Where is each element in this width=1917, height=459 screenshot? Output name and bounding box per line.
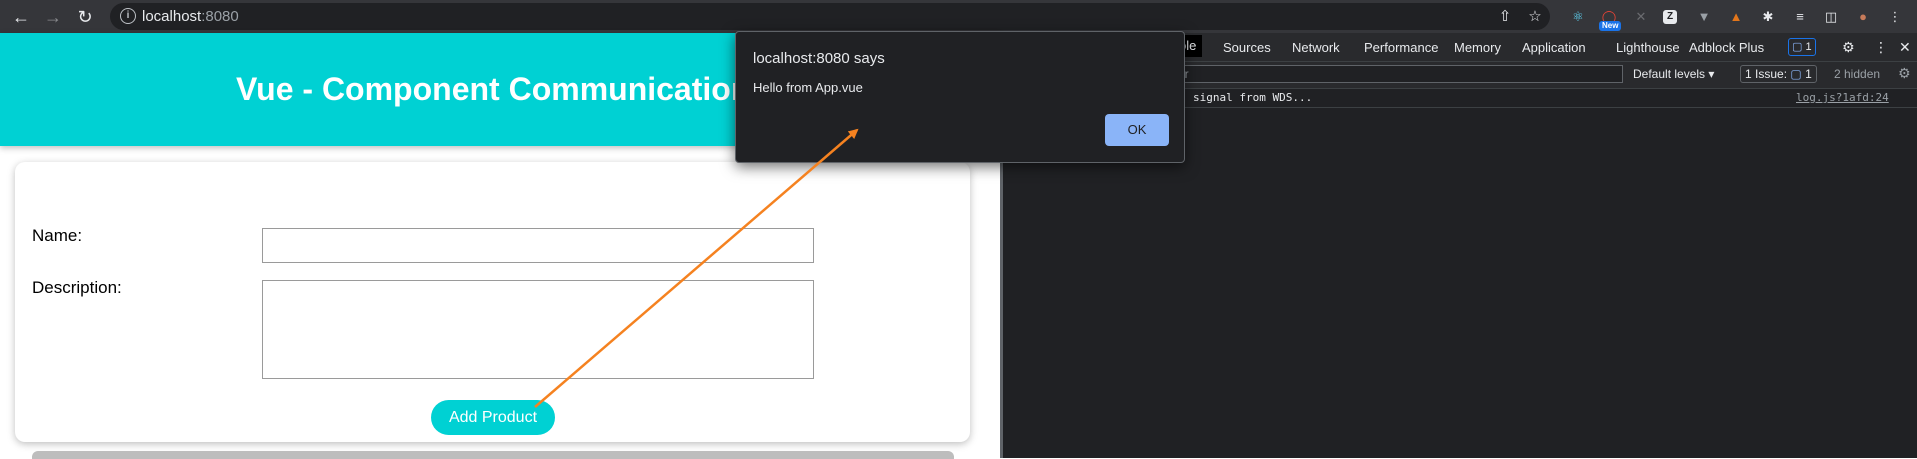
hidden-count: 2 hidden (1834, 67, 1881, 81)
alert-dialog: localhost:8080 says Hello from App.vue O… (735, 31, 1185, 163)
tab-lighthouse[interactable]: Lighthouse (1616, 40, 1680, 55)
dialog-title: localhost:8080 says (753, 50, 885, 67)
page-title: Vue - Component Communication (236, 71, 751, 107)
z-extension-icon[interactable]: Z (1663, 10, 1677, 24)
react-devtools-icon[interactable]: ⚛ (1568, 7, 1588, 27)
tab-network[interactable]: Network (1292, 40, 1340, 55)
tab-application[interactable]: Application (1522, 40, 1586, 55)
add-product-button[interactable]: Add Product (431, 400, 555, 435)
message-icon: ▢ (1792, 41, 1803, 53)
issues-button[interactable]: 1 Issue: ▢ 1 (1740, 65, 1817, 83)
address-bar[interactable]: i localhost:8080 ⇧ ☆ (110, 3, 1550, 30)
description-textarea[interactable] (262, 280, 814, 379)
tab-performance[interactable]: Performance (1364, 40, 1438, 55)
reload-icon[interactable]: ↻ (73, 5, 97, 29)
browser-toolbar: ← → ↻ i localhost:8080 ⇧ ☆ ⚛ ◯ New ✕ Z ▼… (0, 0, 1917, 33)
new-badge: New (1599, 21, 1622, 31)
console-filter-input[interactable]: er (1153, 65, 1623, 83)
back-arrow-icon[interactable]: ← (9, 5, 33, 29)
share-icon[interactable]: ⇧ (1496, 8, 1514, 26)
devtools-close-icon[interactable]: ✕ (1899, 39, 1911, 56)
profile-avatar-icon[interactable]: ● (1853, 7, 1873, 27)
bookmark-star-icon[interactable]: ☆ (1526, 8, 1544, 26)
forward-arrow-icon[interactable]: → (41, 5, 65, 29)
console-message-text: signal from WDS... (1193, 91, 1313, 104)
messages-badge[interactable]: ▢ 1 (1788, 38, 1816, 56)
name-label: Name: (32, 226, 83, 245)
browser-menu-icon[interactable]: ⋮ (1885, 7, 1905, 27)
default-levels-dropdown[interactable]: Default levels ▾ (1633, 67, 1714, 81)
tab-memory[interactable]: Memory (1454, 40, 1501, 55)
console-source-link[interactable]: log.js?1afd:24 (1796, 91, 1889, 104)
description-label: Description: (32, 278, 122, 297)
dialog-message: Hello from App.vue (753, 80, 863, 95)
site-info-icon[interactable]: i (120, 8, 136, 24)
reading-list-icon[interactable]: ≡ (1790, 7, 1810, 27)
metamask-fox-icon[interactable]: ▲ (1726, 7, 1746, 27)
extensions-puzzle-icon[interactable]: ✱ (1758, 7, 1778, 27)
console-settings-gear-icon[interactable]: ⚙ (1898, 65, 1911, 82)
name-input[interactable] (262, 228, 814, 263)
url-text[interactable]: localhost:8080 (142, 8, 239, 25)
devtools-settings-gear-icon[interactable]: ⚙ (1842, 39, 1855, 56)
x-extension-icon[interactable]: ✕ (1631, 7, 1651, 27)
devtools-more-icon[interactable]: ⋮ (1874, 39, 1888, 56)
tab-sources[interactable]: Sources (1223, 40, 1271, 55)
issue-message-icon: ▢ (1790, 67, 1802, 81)
tab-adblock-plus[interactable]: Adblock Plus (1689, 40, 1764, 55)
side-panel-icon[interactable]: ◫ (1821, 7, 1841, 27)
vue-extension-icon[interactable]: ▼ (1694, 7, 1714, 27)
ok-button[interactable]: OK (1105, 114, 1169, 146)
chevron-down-icon: ▾ (1708, 67, 1715, 81)
